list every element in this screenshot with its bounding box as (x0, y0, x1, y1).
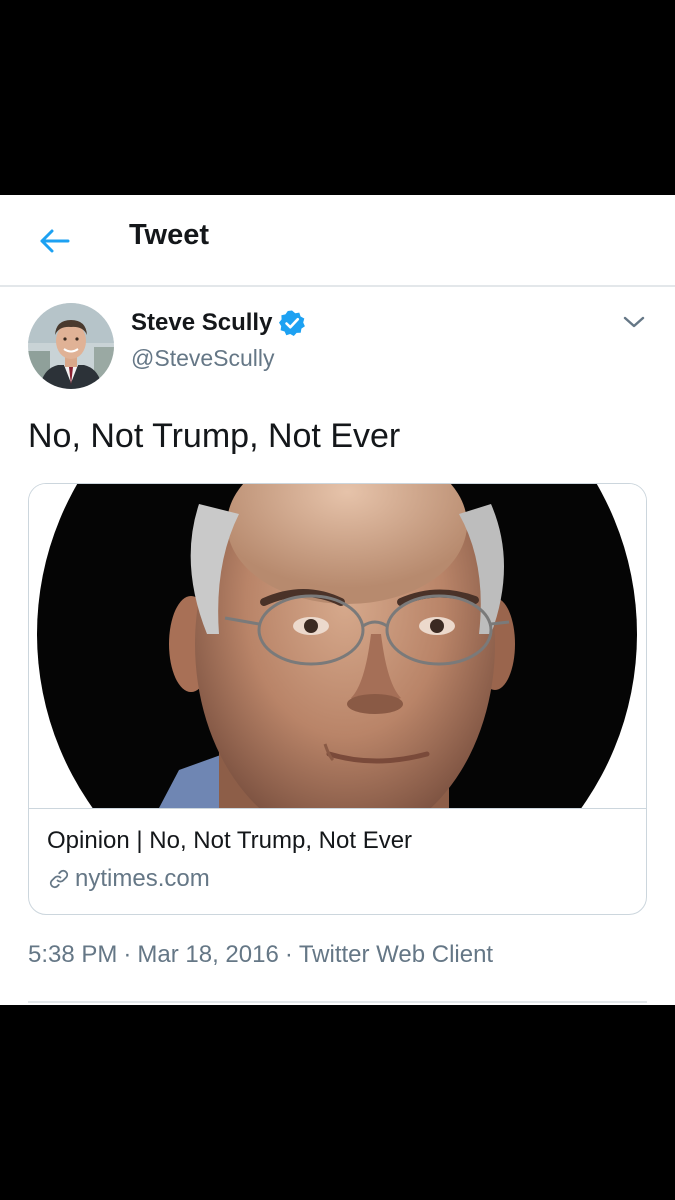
arrow-left-icon[interactable] (34, 221, 74, 261)
link-icon (49, 869, 69, 889)
tweet-source[interactable]: Twitter Web Client (299, 941, 493, 968)
divider (28, 1001, 647, 1003)
avatar-image (28, 303, 114, 389)
card-domain-text: nytimes.com (75, 865, 210, 892)
screenshot-frame: Tweet Steve Scully @SteveScully No, Not … (0, 0, 675, 1200)
page-title: Tweet (129, 219, 210, 251)
display-name[interactable]: Steve Scully (131, 309, 272, 337)
top-bar: Tweet (0, 195, 675, 287)
link-card[interactable]: Opinion | No, Not Trump, Not Ever nytime… (28, 483, 647, 915)
tweet-text: No, Not Trump, Not Ever (28, 417, 401, 455)
card-domain: nytimes.com (47, 865, 210, 893)
card-meta: Opinion | No, Not Trump, Not Ever nytime… (29, 808, 646, 914)
chevron-down-icon[interactable] (620, 311, 648, 333)
tweet-date[interactable]: Mar 18, 2016 (137, 941, 278, 968)
portrait-image (29, 484, 646, 808)
avatar[interactable] (28, 303, 114, 389)
verified-badge-icon (279, 310, 306, 336)
meta-separator: · (123, 941, 132, 968)
author-name-row: Steve Scully (131, 309, 306, 337)
card-image (29, 484, 646, 808)
tweet-time[interactable]: 5:38 PM (28, 941, 117, 968)
tweet-metadata: 5:38 PM · Mar 18, 2016 · Twitter Web Client (28, 941, 493, 969)
meta-separator: · (284, 941, 293, 968)
user-handle[interactable]: @SteveScully (131, 345, 275, 372)
card-title: Opinion | No, Not Trump, Not Ever (47, 827, 413, 854)
tweet-screen: Tweet Steve Scully @SteveScully No, Not … (0, 195, 675, 1005)
